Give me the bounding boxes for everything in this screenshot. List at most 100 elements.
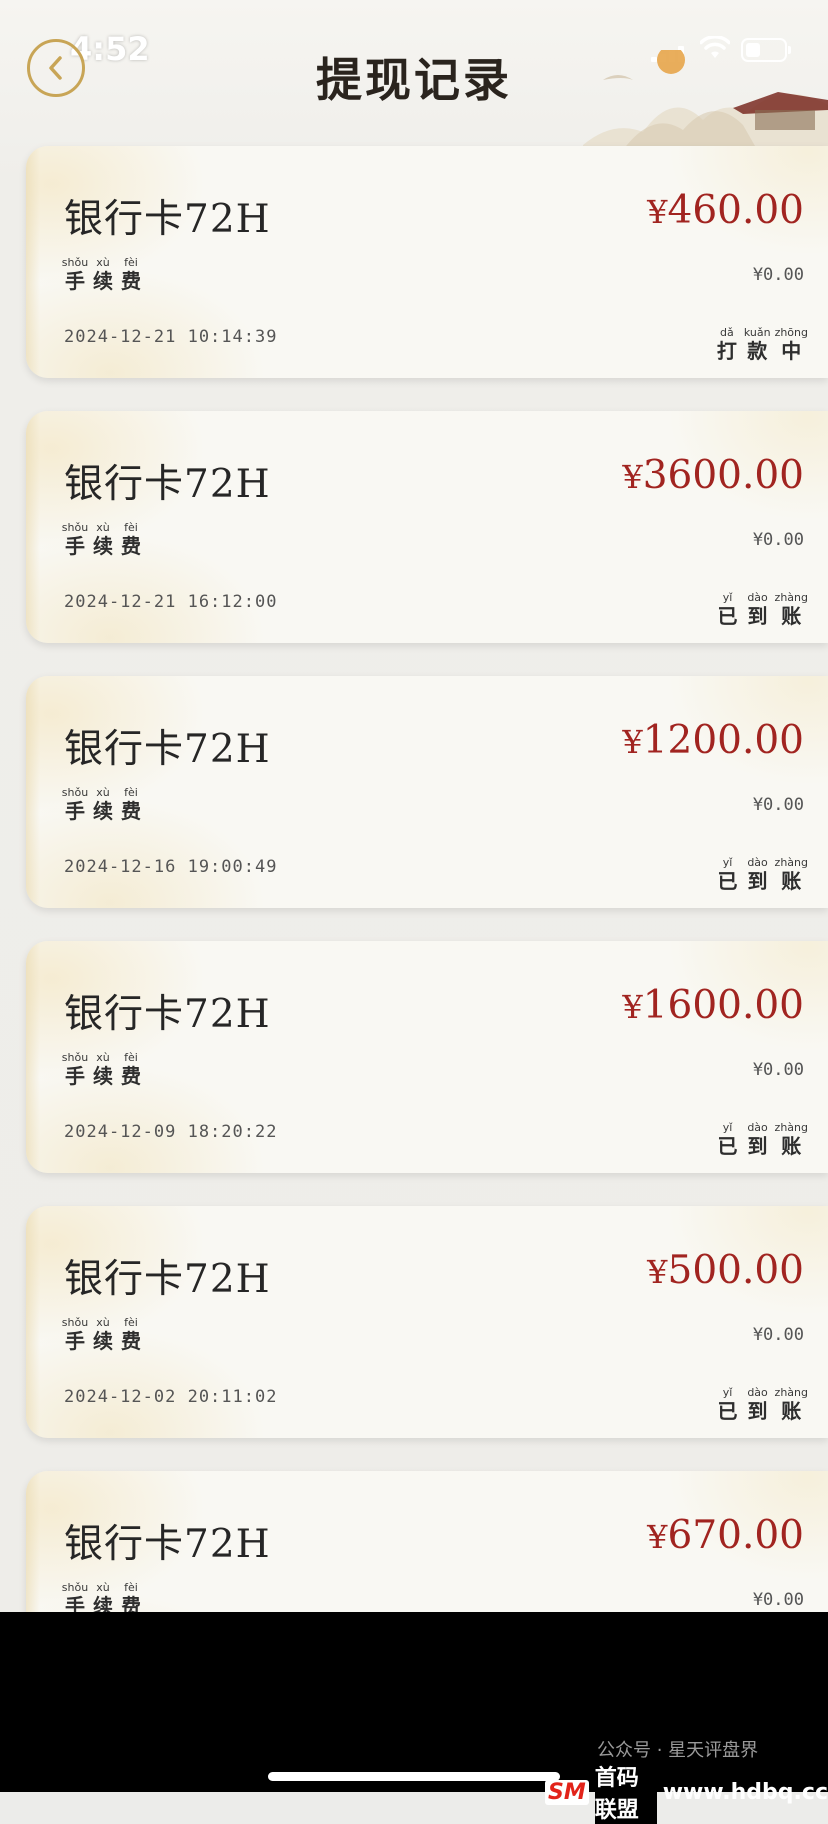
hanzi: 续: [93, 799, 113, 823]
pinyin: dào: [747, 1386, 768, 1399]
record-datetime: 2024-12-02 20:11:02: [64, 1387, 278, 1407]
fee-value: ¥0.00: [752, 530, 804, 550]
hanzi: 到: [747, 1134, 768, 1158]
fee-label: shǒu 手 xù 续 fèi 费: [62, 786, 144, 823]
watermark-brand-name: 首码联盟: [594, 1760, 657, 1824]
pinyin: fèi: [124, 786, 138, 799]
hanzi: 费: [121, 799, 141, 823]
pinyin: shǒu: [61, 1316, 89, 1329]
fee-label: shǒu 手 xù 续 fèi 费: [62, 256, 144, 293]
fee-value: ¥0.00: [752, 795, 804, 815]
pinyin: xù: [96, 786, 110, 799]
fee-value: ¥0.00: [752, 1060, 804, 1080]
pinyin: dào: [747, 856, 768, 869]
withdrawal-amount: ¥1600.00: [622, 983, 804, 1028]
payout-method: 银行卡72H: [64, 1257, 271, 1302]
withdrawal-amount: ¥500.00: [647, 1248, 804, 1293]
currency-symbol: ¥: [622, 723, 643, 761]
withdrawal-record-card[interactable]: 银行卡72H ¥1200.00 shǒu 手 xù 续 fèi 费 ¥0.00 202…: [26, 676, 828, 908]
pinyin: yǐ: [722, 856, 733, 869]
hanzi: 已: [717, 604, 738, 628]
pinyin: shǒu: [61, 256, 89, 269]
watermark-logo: SM: [545, 1779, 589, 1805]
pinyin: shǒu: [61, 1581, 89, 1594]
hanzi: 续: [93, 269, 113, 293]
pinyin: fèi: [124, 1316, 138, 1329]
pinyin: xù: [96, 1581, 110, 1594]
amount-value: 670.00: [667, 1513, 804, 1558]
withdrawal-amount: ¥460.00: [647, 188, 804, 233]
pinyin: dào: [747, 591, 768, 604]
pinyin: zhōng: [774, 326, 808, 339]
pinyin: kuǎn: [743, 326, 771, 339]
hanzi: 续: [93, 1064, 113, 1088]
pinyin: shǒu: [61, 1051, 89, 1064]
hanzi: 账: [781, 1399, 802, 1423]
pinyin: yǐ: [722, 591, 733, 604]
hanzi: 费: [121, 534, 141, 558]
fee-label: shǒu 手 xù 续 fèi 费: [62, 521, 144, 558]
withdrawal-record-card[interactable]: 银行卡72H ¥670.00 shǒu 手 xù 续 fèi 费 ¥0.00: [26, 1471, 828, 1612]
payout-method: 银行卡72H: [64, 462, 271, 507]
watermark-brand: SM 首码联盟 www.hdbq.cc: [545, 1760, 828, 1824]
pinyin: zhàng: [774, 856, 808, 869]
hanzi: 手: [65, 1594, 85, 1612]
record-datetime: 2024-12-21 10:14:39: [64, 327, 278, 347]
withdrawal-amount: ¥1200.00: [622, 718, 804, 763]
hanzi: 账: [781, 1134, 802, 1158]
status-label: yǐ 已 dào 到 zhàng 账: [715, 591, 808, 628]
hanzi: 已: [717, 1134, 738, 1158]
withdrawal-record-card[interactable]: 银行卡72H ¥500.00 shǒu 手 xù 续 fèi 费 ¥0.00 2024…: [26, 1206, 828, 1438]
pinyin: zhàng: [774, 591, 808, 604]
hanzi: 手: [65, 534, 85, 558]
record-datetime: 2024-12-09 18:20:22: [64, 1122, 278, 1142]
amount-value: 3600.00: [642, 453, 804, 498]
hanzi: 到: [747, 604, 768, 628]
hanzi: 续: [93, 1594, 113, 1612]
pinyin: zhàng: [774, 1121, 808, 1134]
pinyin: fèi: [124, 521, 138, 534]
hanzi: 到: [747, 1399, 768, 1423]
pinyin: fèi: [124, 256, 138, 269]
watermark-url: www.hdbq.cc: [662, 1779, 828, 1805]
withdrawal-record-card[interactable]: 银行卡72H ¥3600.00 shǒu 手 xù 续 fèi 费 ¥0.00 202…: [26, 411, 828, 643]
home-indicator[interactable]: [268, 1772, 560, 1781]
withdrawal-record-card[interactable]: 银行卡72H ¥460.00 shǒu 手 xù 续 fèi 费 ¥0.00 2024…: [26, 146, 828, 378]
fee-value: ¥0.00: [752, 265, 804, 285]
status-label: dǎ 打 kuǎn 款 zhōng 中: [714, 326, 808, 363]
pinyin: fèi: [124, 1581, 138, 1594]
status-label: yǐ 已 dào 到 zhàng 账: [715, 1386, 808, 1423]
pinyin: dào: [747, 1121, 768, 1134]
payout-method: 银行卡72H: [64, 992, 271, 1037]
hanzi: 费: [121, 1594, 141, 1612]
pinyin: yǐ: [722, 1386, 733, 1399]
withdrawal-amount: ¥670.00: [647, 1513, 804, 1558]
pinyin: yǐ: [722, 1121, 733, 1134]
hanzi: 费: [121, 1329, 141, 1353]
pinyin: zhàng: [774, 1386, 808, 1399]
fee-value: ¥0.00: [752, 1590, 804, 1610]
hanzi: 费: [121, 1064, 141, 1088]
hanzi: 手: [65, 799, 85, 823]
header-landscape-decoration: [583, 50, 828, 160]
fee-value: ¥0.00: [752, 1325, 804, 1345]
pinyin: xù: [96, 256, 110, 269]
withdrawal-record-list[interactable]: 银行卡72H ¥460.00 shǒu 手 xù 续 fèi 费 ¥0.00 2024…: [26, 146, 828, 1612]
hanzi: 账: [781, 869, 802, 893]
payout-method: 银行卡72H: [64, 1522, 271, 1567]
hanzi: 打: [716, 339, 737, 363]
pinyin: xù: [96, 1051, 110, 1064]
fee-label: shǒu 手 xù 续 fèi 费: [62, 1581, 144, 1612]
currency-symbol: ¥: [622, 458, 643, 496]
currency-symbol: ¥: [647, 1518, 668, 1556]
hanzi: 手: [65, 1064, 85, 1088]
hanzi: 续: [93, 534, 113, 558]
amount-value: 460.00: [667, 188, 804, 233]
pinyin: fèi: [124, 1051, 138, 1064]
record-datetime: 2024-12-16 19:00:49: [64, 857, 278, 877]
fee-label: shǒu 手 xù 续 fèi 费: [62, 1051, 144, 1088]
hanzi: 已: [717, 869, 738, 893]
pinyin: dǎ: [719, 326, 734, 339]
withdrawal-record-card[interactable]: 银行卡72H ¥1600.00 shǒu 手 xù 续 fèi 费 ¥0.00 202…: [26, 941, 828, 1173]
record-datetime: 2024-12-21 16:12:00: [64, 592, 278, 612]
